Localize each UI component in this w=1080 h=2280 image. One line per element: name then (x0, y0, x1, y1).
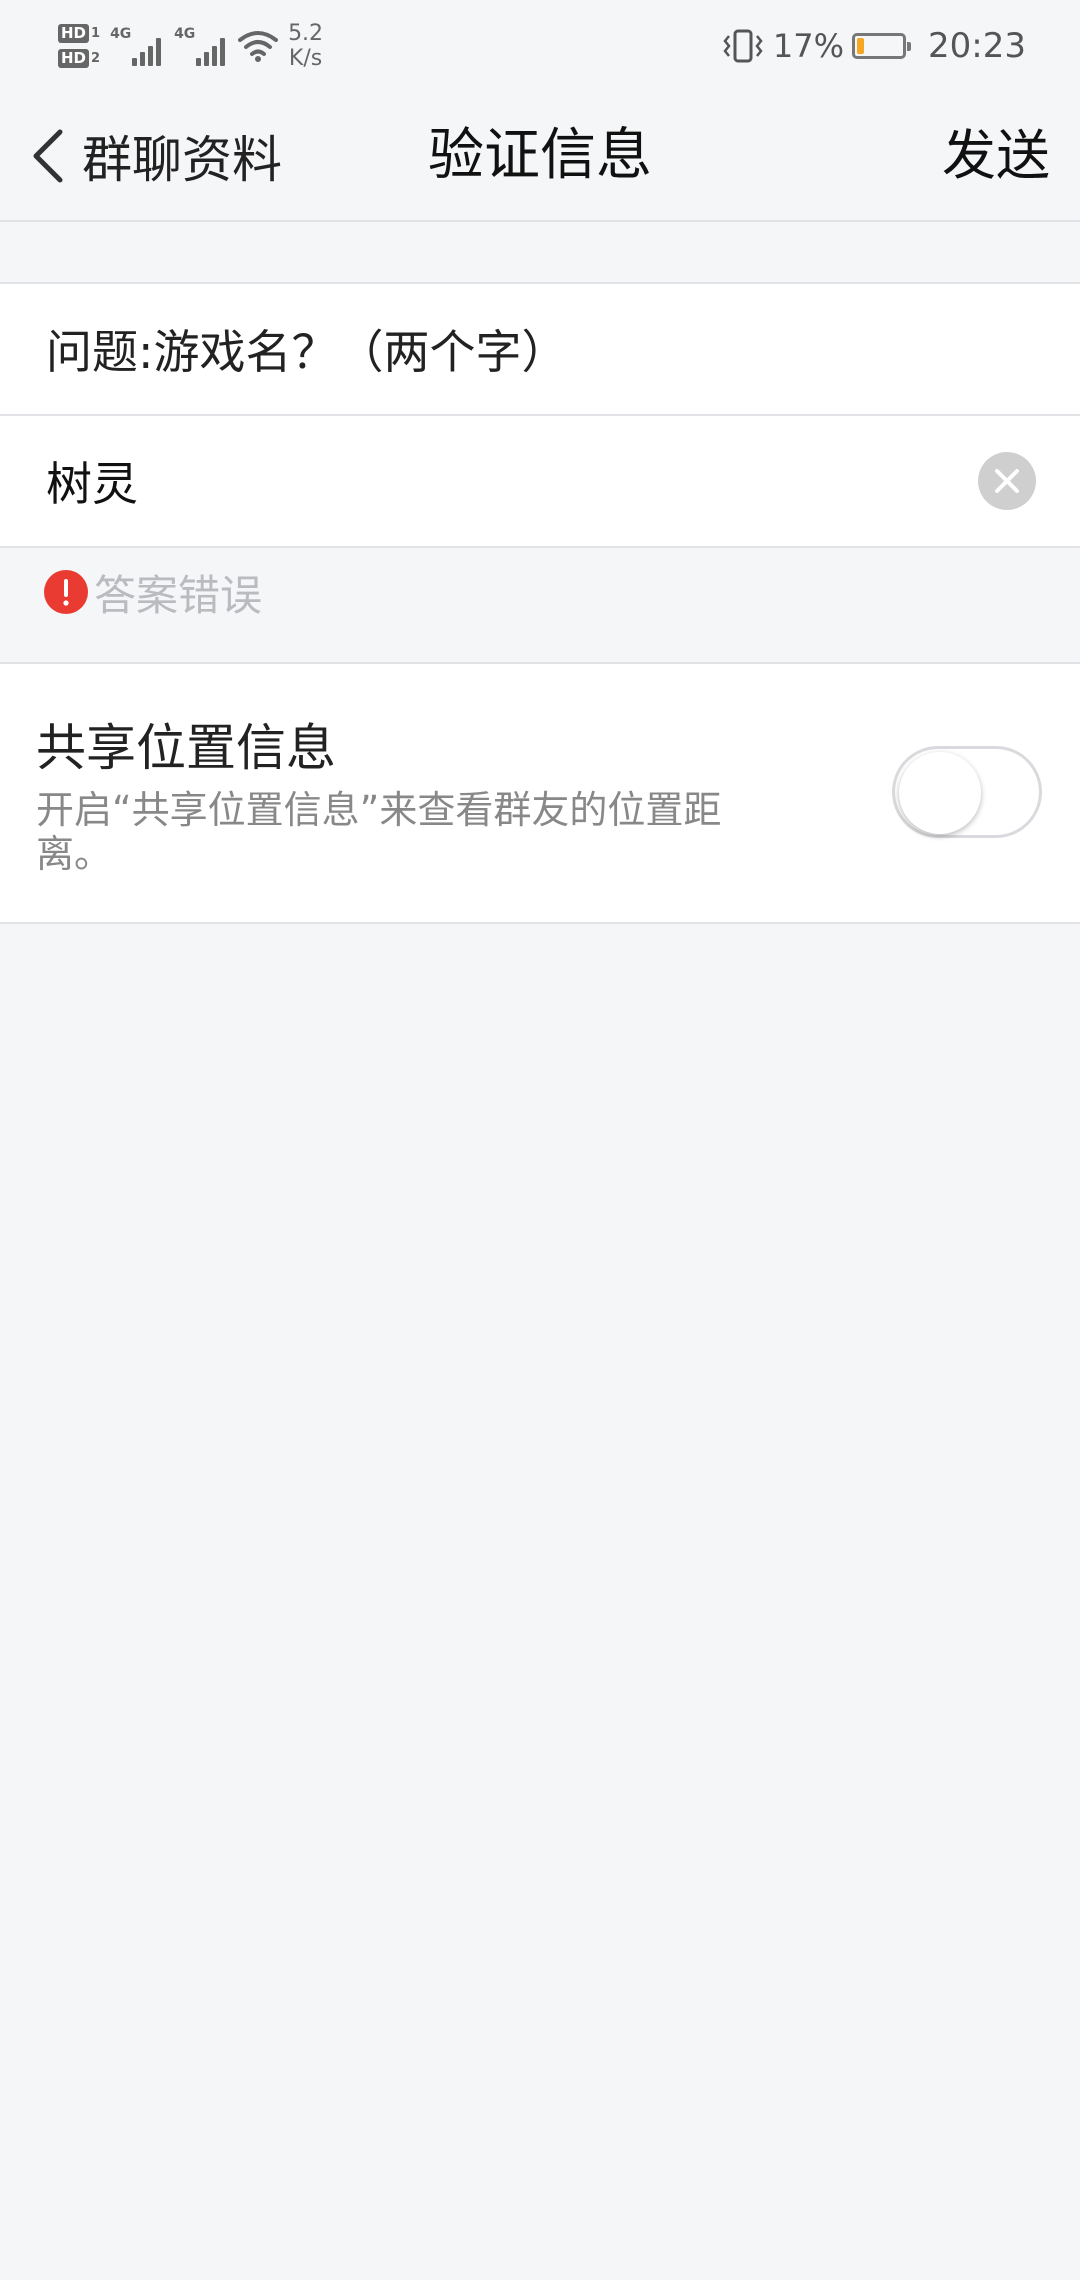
sim-indicators: HD 1 HD 2 (58, 24, 100, 68)
battery-percent: 17% (772, 27, 845, 65)
speed-unit: K/s (288, 46, 323, 71)
share-location-description: 开启“共享位置信息”来查看群友的位置距离。 (36, 788, 722, 876)
sim2-index: 2 (91, 51, 101, 66)
sim2-indicator: HD 2 (58, 49, 100, 68)
sim2-hd-label: HD (58, 49, 90, 68)
clear-icon (995, 469, 1019, 493)
page-title: 验证信息 (428, 123, 652, 188)
sim1-hd-label: HD (58, 24, 90, 43)
back-label: 群聊资料 (82, 131, 282, 189)
toggle-knob (899, 752, 981, 834)
clear-button[interactable] (978, 452, 1036, 510)
answer-row (0, 414, 1080, 546)
sim1-index: 1 (91, 26, 101, 41)
share-location-card: 共享位置信息 开启“共享位置信息”来查看群友的位置距离。 (0, 662, 1080, 924)
answer-input[interactable] (46, 454, 946, 508)
clock: 20:23 (928, 26, 1026, 66)
nav-bar: 群聊资料 验证信息 发送 (0, 92, 1080, 222)
signal-icon: 4G (110, 26, 164, 66)
network1-label: 4G (110, 26, 132, 42)
vibrate-icon (723, 29, 763, 63)
exclamation-icon (44, 570, 88, 614)
error-text: 答案错误 (94, 570, 263, 620)
chevron-left-icon (33, 129, 63, 183)
status-bar: HD 1 HD 2 4G 4G 5.2 K/s 17% 20:23 (0, 0, 1080, 92)
signal-icon: 4G (174, 26, 228, 66)
back-button[interactable]: 群聊资料 (28, 118, 282, 194)
battery-icon (852, 33, 912, 59)
network2-label: 4G (174, 26, 196, 42)
question-row: 问题:游戏名？（两个字） (0, 284, 1080, 414)
question-label: 问题:游戏名？（两个字） (46, 325, 568, 379)
status-right: 17% 20:23 (721, 20, 1026, 72)
speed-value: 5.2 (288, 21, 324, 46)
share-location-toggle[interactable] (892, 746, 1042, 838)
send-button[interactable]: 发送 (942, 118, 1050, 194)
network-speed: 5.2 K/s (288, 21, 323, 71)
verification-card: 问题:游戏名？（两个字） (0, 282, 1080, 548)
share-location-title: 共享位置信息 (36, 719, 336, 777)
status-left: HD 1 HD 2 4G 4G 5.2 K/s (58, 14, 323, 78)
sim1-indicator: HD 1 (58, 24, 100, 43)
battery-fill (857, 38, 865, 54)
wifi-icon (238, 31, 279, 62)
error-message: 答案错误 (44, 566, 262, 620)
